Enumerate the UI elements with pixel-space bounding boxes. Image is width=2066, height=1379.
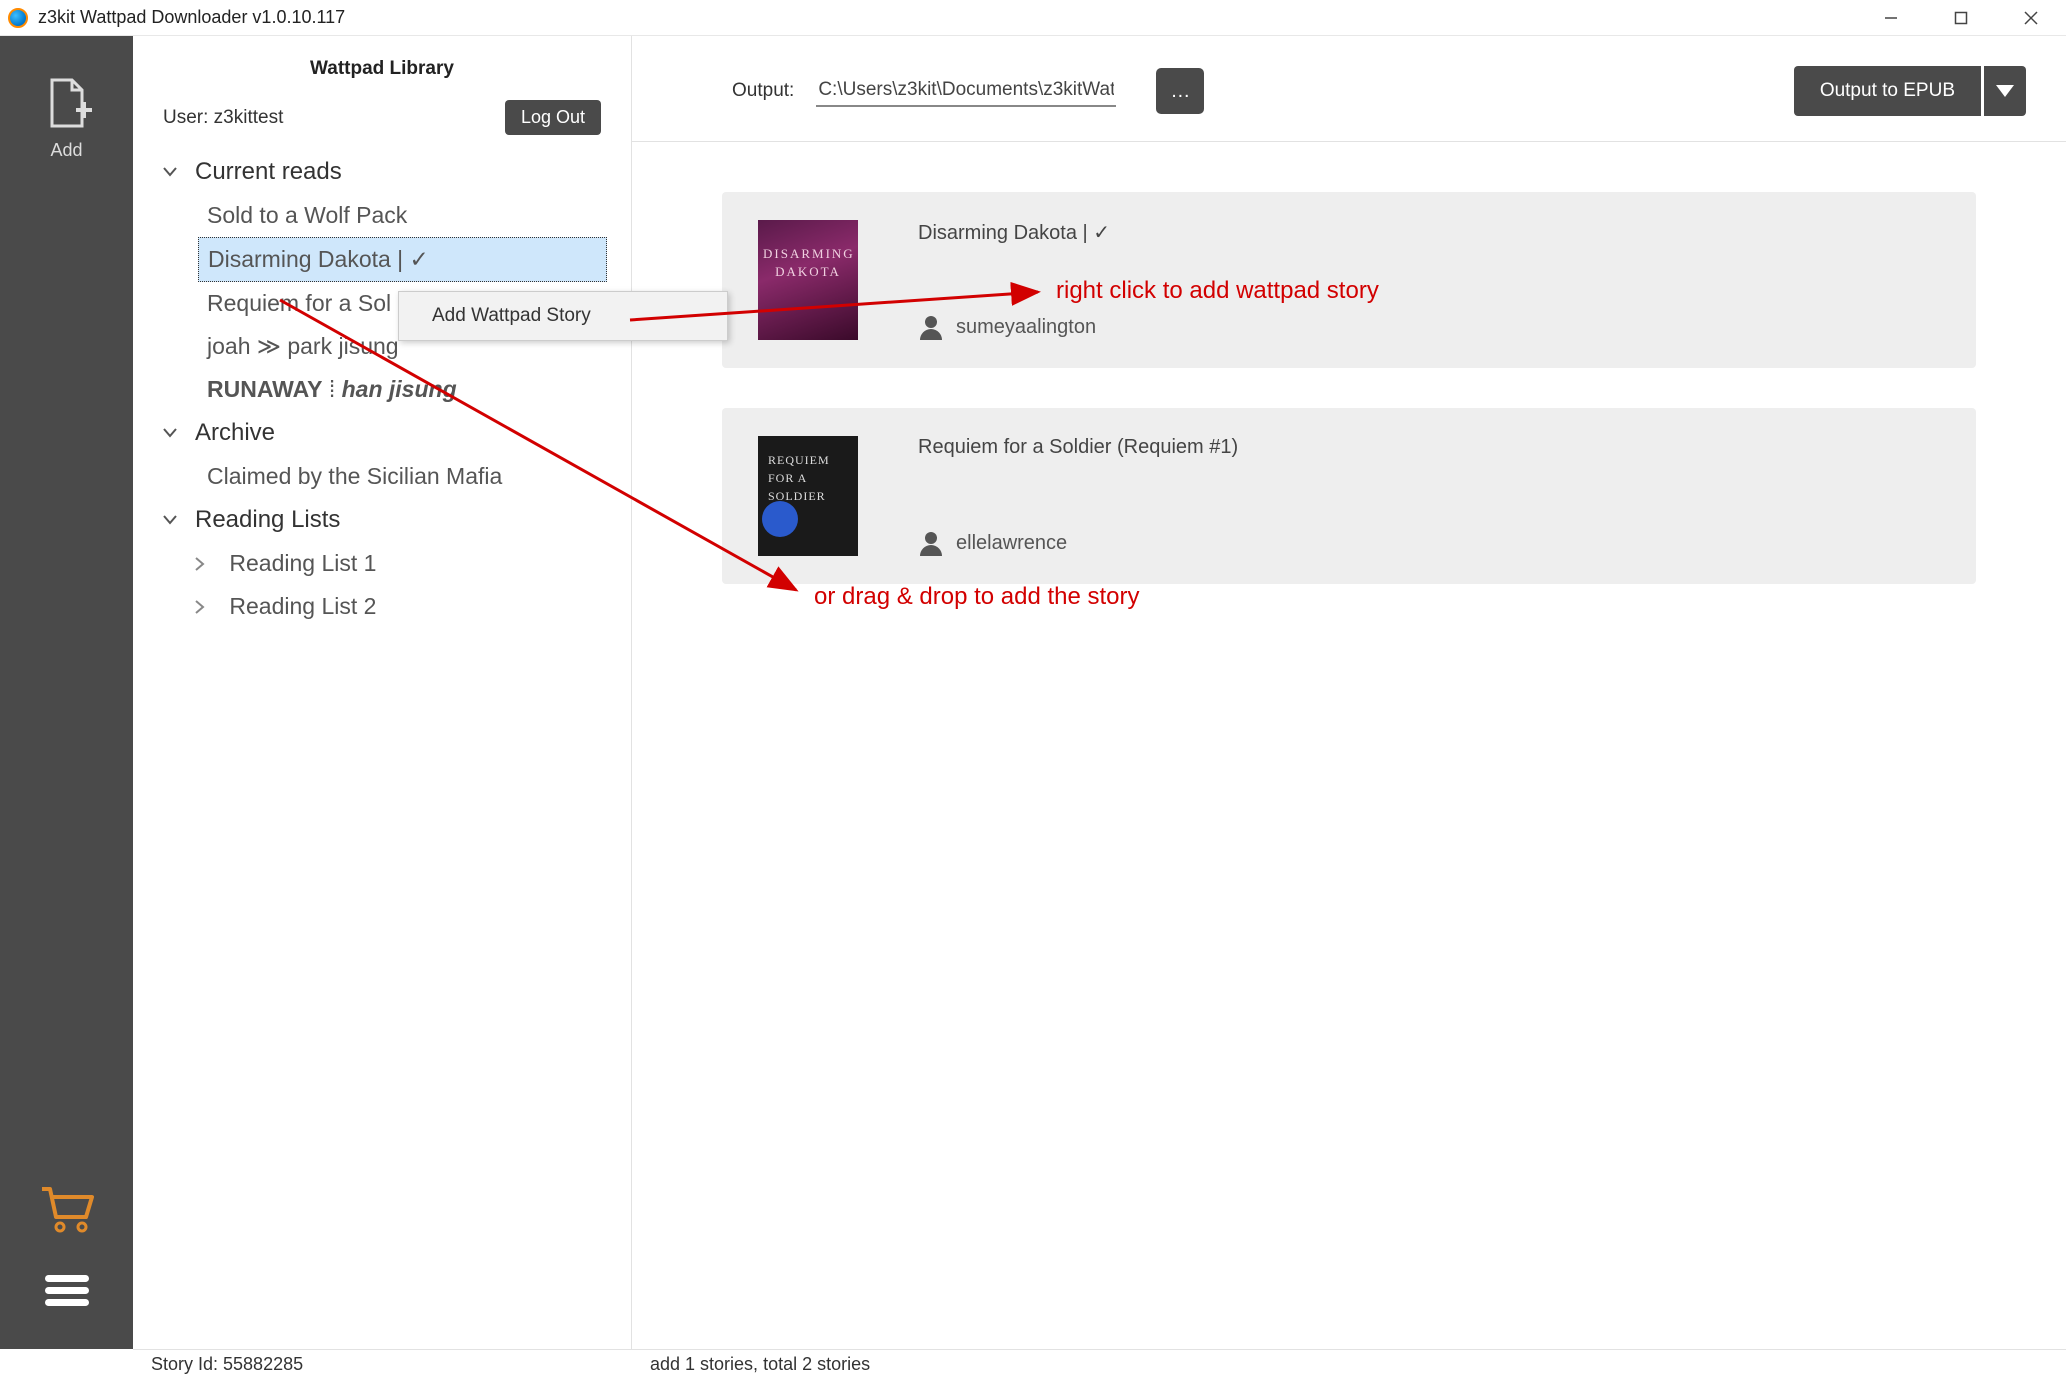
chevron-down-icon bbox=[163, 428, 181, 438]
section-archive[interactable]: Archive bbox=[143, 411, 621, 455]
tree-item-sold-wolf[interactable]: Sold to a Wolf Pack bbox=[143, 194, 621, 237]
section-reading-lists[interactable]: Reading Lists bbox=[143, 498, 621, 542]
section-label: Archive bbox=[195, 419, 275, 447]
status-summary: add 1 stories, total 2 stories bbox=[632, 1354, 870, 1375]
output-format-dropdown[interactable] bbox=[1984, 66, 2026, 116]
output-path-input[interactable] bbox=[816, 75, 1116, 107]
section-label: Reading Lists bbox=[195, 506, 340, 534]
story-cards: Disarming Dakota | ✓ sumeyaalington Requ… bbox=[632, 142, 2066, 634]
tree-item-disarming-dakota[interactable]: Disarming Dakota | ✓ bbox=[198, 237, 607, 282]
add-button[interactable]: Add bbox=[42, 76, 92, 161]
browse-button[interactable]: … bbox=[1156, 68, 1204, 114]
context-menu-add-story[interactable]: Add Wattpad Story bbox=[402, 295, 724, 337]
chevron-down-icon bbox=[163, 167, 181, 177]
story-card[interactable]: Disarming Dakota | ✓ sumeyaalington bbox=[722, 192, 1976, 368]
main-panel: Output: … Output to EPUB Disarming Dakot… bbox=[632, 36, 2066, 1349]
topbar: Output: … Output to EPUB bbox=[632, 36, 2066, 142]
library-header: Wattpad Library bbox=[133, 36, 631, 90]
story-title: Requiem for a Soldier (Requiem #1) bbox=[918, 436, 1238, 459]
story-title: Disarming Dakota | ✓ bbox=[918, 220, 1110, 245]
story-cover bbox=[758, 220, 858, 340]
user-label: User: z3kittest bbox=[163, 107, 283, 129]
minimize-button[interactable] bbox=[1856, 0, 1926, 35]
chevron-down-icon bbox=[163, 515, 181, 525]
library-panel: Wattpad Library User: z3kittest Log Out … bbox=[133, 36, 632, 1349]
app-icon bbox=[8, 8, 28, 28]
section-label: Current reads bbox=[195, 158, 342, 186]
story-card[interactable]: Requiem for a Soldier (Requiem #1) ellel… bbox=[722, 408, 1976, 584]
maximize-button[interactable] bbox=[1926, 0, 1996, 35]
story-author: sumeyaalington bbox=[918, 314, 1110, 340]
left-rail: Add bbox=[0, 36, 133, 1349]
user-icon bbox=[918, 314, 944, 340]
status-story-id: Story Id: 55882285 bbox=[133, 1354, 632, 1375]
window-title: z3kit Wattpad Downloader v1.0.10.117 bbox=[38, 7, 345, 28]
story-cover bbox=[758, 436, 858, 556]
output-label: Output: bbox=[732, 80, 794, 102]
library-tree: Current reads Sold to a Wolf Pack Disarm… bbox=[133, 150, 631, 628]
story-author: ellelawrence bbox=[918, 530, 1238, 556]
chevron-right-icon bbox=[195, 600, 213, 614]
tree-item-reading-list-1[interactable]: Reading List 1 bbox=[143, 542, 621, 585]
tree-item-reading-list-2[interactable]: Reading List 2 bbox=[143, 585, 621, 628]
user-icon bbox=[918, 530, 944, 556]
output-epub-button[interactable]: Output to EPUB bbox=[1794, 66, 1981, 116]
context-menu: Add Wattpad Story bbox=[398, 291, 728, 341]
window-controls bbox=[1856, 0, 2066, 35]
cart-icon[interactable] bbox=[40, 1185, 94, 1238]
close-button[interactable] bbox=[1996, 0, 2066, 35]
logout-button[interactable]: Log Out bbox=[505, 100, 601, 135]
chevron-right-icon bbox=[195, 557, 213, 571]
tree-item-claimed-sicilian[interactable]: Claimed by the Sicilian Mafia bbox=[143, 455, 621, 498]
titlebar: z3kit Wattpad Downloader v1.0.10.117 bbox=[0, 0, 2066, 36]
add-button-label: Add bbox=[50, 140, 82, 161]
tree-item-runaway[interactable]: RUNAWAY ⁞ han jisung bbox=[143, 368, 621, 411]
statusbar: Story Id: 55882285 add 1 stories, total … bbox=[133, 1349, 2066, 1379]
menu-icon[interactable] bbox=[43, 1273, 91, 1314]
section-current-reads[interactable]: Current reads bbox=[143, 150, 621, 194]
